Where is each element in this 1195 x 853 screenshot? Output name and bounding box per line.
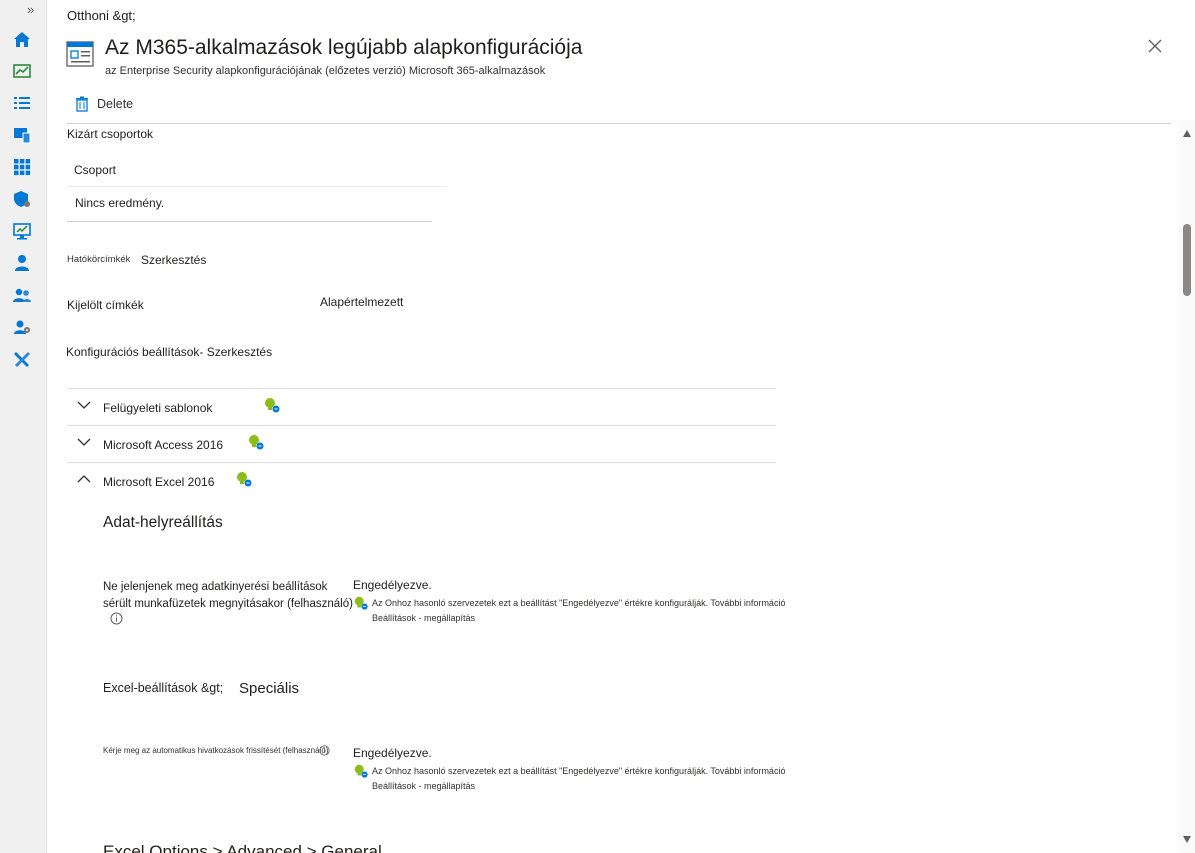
reports-icon[interactable] xyxy=(12,221,32,241)
delete-button-label: Delete xyxy=(97,97,134,111)
insight-bulb-icon xyxy=(354,596,368,610)
section-heading-data-recovery: Adat-helyreállítás xyxy=(103,514,223,531)
setting1-label-line1: Ne jelenjenek meg adatkinyerési beállítá… xyxy=(103,581,328,593)
all-services-icon[interactable] xyxy=(12,93,32,113)
page-subtitle: az Enterprise Security alapkonfigurációj… xyxy=(105,65,546,77)
chevron-up-icon xyxy=(77,475,91,483)
accordion-label: Microsoft Excel 2016 xyxy=(103,475,215,489)
devices-icon[interactable] xyxy=(12,125,32,145)
policy-header-icon xyxy=(66,41,94,67)
group-table-bottom xyxy=(67,221,432,222)
scope-tags-label: Hatókörcímkék xyxy=(67,254,131,265)
selected-tags-value: Alapértelmezett xyxy=(320,295,404,309)
accordion-label: Felügyeleti sablonok xyxy=(103,401,213,415)
insight-bulb-icon xyxy=(265,398,280,413)
insight-bulb-icon xyxy=(354,764,368,778)
breadcrumb[interactable]: Otthoni &gt; xyxy=(67,8,136,23)
no-results-text: Nincs eredmény. xyxy=(75,196,165,210)
groups-icon[interactable] xyxy=(12,285,32,305)
dashboard-icon[interactable] xyxy=(12,61,32,81)
info-icon[interactable] xyxy=(319,745,330,756)
apps-icon[interactable] xyxy=(12,157,32,177)
excel-options-path-prefix: Excel-beállítások &gt; xyxy=(103,681,224,695)
chevron-down-icon xyxy=(77,401,91,409)
setting1-label-line2: sérült munkafüzetek megnyitásakor (felha… xyxy=(103,598,353,610)
scrollbar-thumb[interactable] xyxy=(1183,224,1191,296)
setting1-insight-link[interactable]: Beállítások - megállapítás xyxy=(372,611,475,626)
tenant-admin-icon[interactable] xyxy=(12,317,32,337)
page-title: Az M365-alkalmazások legújabb alapkonfig… xyxy=(105,36,583,59)
users-icon[interactable] xyxy=(12,253,32,273)
scroll-down-icon[interactable] xyxy=(1183,836,1191,843)
home-icon[interactable] xyxy=(12,29,32,49)
scroll-up-icon[interactable] xyxy=(1183,130,1191,137)
delete-button[interactable]: Delete xyxy=(75,96,133,112)
excluded-groups-heading: Kizárt csoportok xyxy=(67,127,154,141)
setting1-recommendation: Az Onhoz hasonló szervezetek ezt a beáll… xyxy=(372,598,786,608)
setting2-insight-link[interactable]: Beállítások - megállapítás xyxy=(372,779,475,794)
expand-nav-icon[interactable]: » xyxy=(27,2,34,17)
command-bar-divider xyxy=(67,123,1171,124)
group-table-divider xyxy=(67,186,447,187)
setting2-label: Kérje meg az automatikus hivatkozások fr… xyxy=(103,746,329,755)
info-icon[interactable] xyxy=(110,612,123,625)
excel-options-path-suffix: Speciális xyxy=(239,680,300,697)
accordion-access-2016[interactable]: Microsoft Access 2016 xyxy=(67,425,776,462)
setting2-recommendation: Az Onhoz hasonló szervezetek ezt a beáll… xyxy=(372,766,786,776)
endpoint-security-icon[interactable] xyxy=(12,189,32,209)
scope-tags-edit-link[interactable]: Szerkesztés xyxy=(141,253,206,267)
group-column-header: Csoport xyxy=(74,163,117,177)
insight-bulb-icon xyxy=(249,435,264,450)
configuration-settings-edit[interactable]: Konfigurációs beállítások- Szerkesztés xyxy=(66,345,272,359)
selected-tags-label: Kijelölt címkék xyxy=(67,298,144,312)
close-icon[interactable] xyxy=(1147,38,1163,54)
setting1-value: Engedélyezve. xyxy=(353,578,432,592)
insight-bulb-icon xyxy=(237,472,252,487)
accordion-administrative-templates[interactable]: Felügyeleti sablonok xyxy=(67,388,776,425)
troubleshooting-icon[interactable] xyxy=(12,349,32,369)
accordion-excel-2016[interactable]: Microsoft Excel 2016 xyxy=(67,462,776,499)
trash-icon xyxy=(76,96,88,112)
accordion-label: Microsoft Access 2016 xyxy=(103,438,224,452)
left-nav-rail: » xyxy=(0,0,47,853)
vertical-scrollbar[interactable] xyxy=(1179,120,1195,853)
chevron-down-icon xyxy=(77,438,91,446)
setting2-value: Engedélyezve. xyxy=(353,746,432,760)
main-content: Otthoni &gt; Az M365-alkalmazások legúja… xyxy=(47,0,1177,853)
next-section-heading-cutoff: Excel Options > Advanced > General xyxy=(103,842,382,853)
